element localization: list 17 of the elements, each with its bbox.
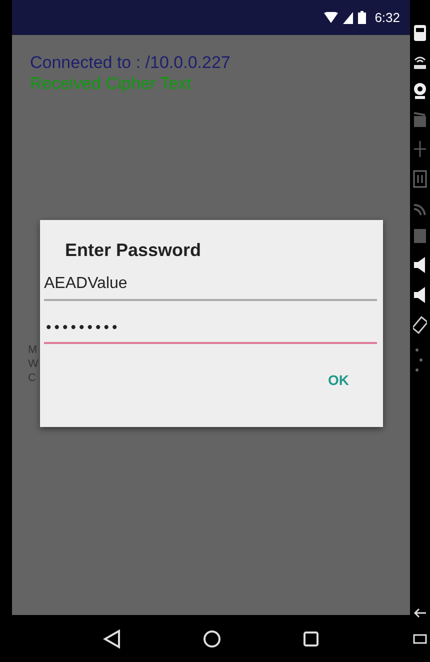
- input-field[interactable]: AEADValue: [44, 273, 377, 301]
- home-icon[interactable]: [203, 630, 221, 648]
- back-icon[interactable]: [103, 628, 121, 648]
- connection-text: Connected to : /10.0.0.227: [30, 52, 232, 73]
- volume-up-icon[interactable]: [413, 256, 427, 274]
- status-text: Received Cipher Text: [30, 73, 192, 94]
- dialog-title: Enter Password: [65, 240, 202, 261]
- password-field[interactable]: •••••••••: [44, 317, 377, 344]
- back-arrow-icon[interactable]: [413, 606, 427, 620]
- clock-time: 6:32: [374, 10, 400, 25]
- webcam-icon[interactable]: [413, 82, 427, 100]
- wifi-icon: [324, 12, 338, 24]
- signal-icon: [342, 12, 353, 24]
- recents-icon[interactable]: [303, 630, 319, 646]
- device-icon[interactable]: [413, 24, 427, 42]
- volume-down-icon[interactable]: [413, 286, 427, 304]
- battery-icon: [358, 11, 366, 24]
